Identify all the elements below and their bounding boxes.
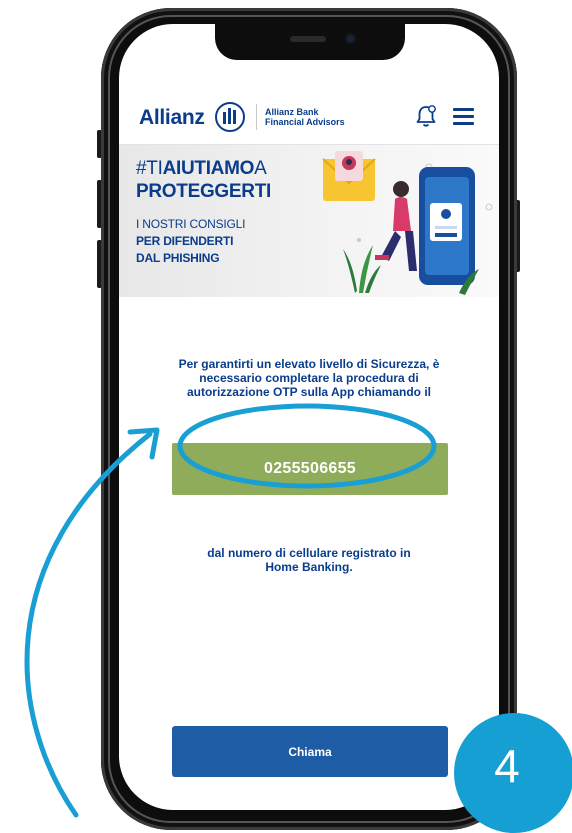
registered-number-note-line2: Home Banking. bbox=[265, 560, 353, 574]
camera bbox=[345, 33, 356, 44]
phone-number-button[interactable]: 0255506655 bbox=[172, 443, 448, 495]
banner-line3: DAL PHISHING bbox=[136, 251, 220, 265]
phone-screen: Allianz Allianz Bank Financial Advisors … bbox=[119, 24, 499, 810]
call-button[interactable]: Chiama bbox=[172, 726, 448, 777]
phishing-banner: #TIAIUTIAMOA PROTEGGERTI I NOSTRI CONSIG… bbox=[119, 145, 499, 297]
banner-title-prefix: #TI bbox=[136, 158, 163, 179]
hamburger-menu-icon[interactable] bbox=[453, 108, 474, 129]
phishing-illustration bbox=[322, 151, 493, 295]
brand-subtitle: Allianz Bank Financial Advisors bbox=[265, 107, 345, 127]
registered-number-note-line1: dal numero di cellulare registrato in bbox=[207, 546, 411, 560]
header-divider bbox=[256, 104, 257, 130]
speaker bbox=[290, 36, 326, 42]
banner-title-line1: #TIAIUTIAMOA bbox=[136, 158, 267, 180]
menu-bar bbox=[453, 108, 474, 111]
banner-line2: PER DIFENDERTI bbox=[136, 234, 234, 248]
banner-line1: I NOSTRI CONSIGLI bbox=[136, 217, 246, 231]
allianz-eagle-icon bbox=[215, 102, 245, 132]
menu-bar bbox=[453, 115, 474, 118]
registered-number-note: dal numero di cellulare registrato in Ho… bbox=[159, 546, 459, 574]
app-header: Allianz Allianz Bank Financial Advisors bbox=[119, 82, 499, 145]
otp-instruction-text: Per garantirti un elevato livello di Sic… bbox=[178, 357, 440, 399]
step-number-badge: 4 bbox=[454, 713, 572, 833]
notification-bell-icon[interactable] bbox=[415, 104, 437, 128]
banner-title-line2: PROTEGGERTI bbox=[136, 181, 271, 202]
brand-subtitle-line1: Allianz Bank bbox=[265, 107, 319, 117]
banner-title-suffix: A bbox=[254, 158, 267, 179]
notch bbox=[215, 24, 405, 60]
menu-bar bbox=[453, 122, 474, 125]
brand-logo-text[interactable]: Allianz bbox=[139, 106, 205, 130]
banner-title-bold: AIUTIAMO bbox=[162, 158, 255, 179]
brand-subtitle-line2: Financial Advisors bbox=[265, 117, 345, 127]
